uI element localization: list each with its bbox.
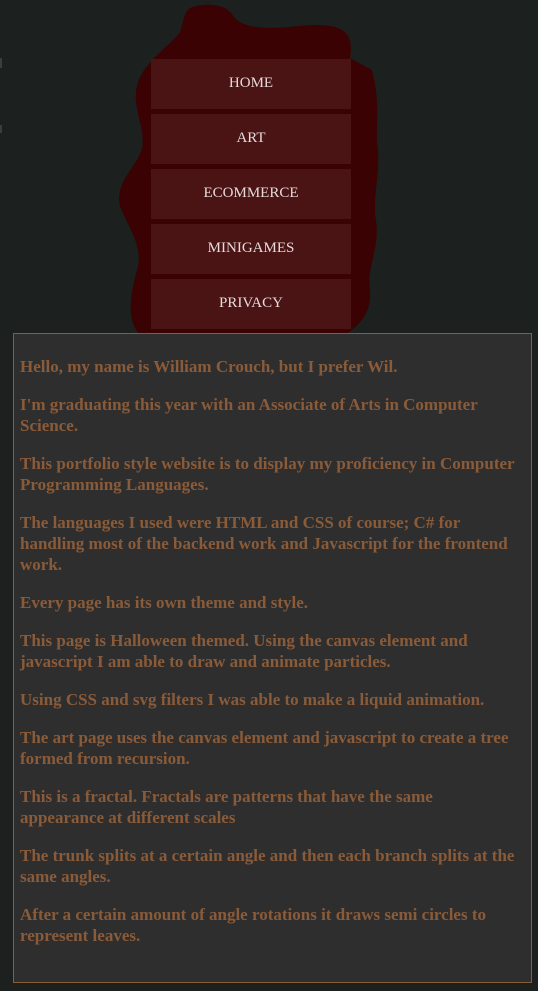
nav-home-button[interactable]: HOME: [151, 59, 351, 109]
trunk-paragraph: The trunk splits at a certain angle and …: [20, 846, 515, 886]
fractal-paragraph: This is a fractal. Fractals are patterns…: [20, 787, 433, 827]
nav-privacy-button[interactable]: PRIVACY: [151, 279, 351, 329]
art-page-paragraph: The art page uses the canvas element and…: [20, 728, 509, 768]
portfolio-purpose-paragraph: This portfolio style website is to displ…: [20, 454, 515, 494]
theme-paragraph: Every page has its own theme and style.: [20, 593, 309, 612]
edge-artifact: [0, 58, 2, 68]
graduation-paragraph: I'm graduating this year with an Associa…: [20, 395, 478, 435]
nav-minigames-button[interactable]: MINIGAMES: [151, 224, 351, 274]
nav-art-button[interactable]: ART: [151, 114, 351, 164]
edge-artifact: [0, 125, 2, 133]
leaves-paragraph: After a certain amount of angle rotation…: [20, 905, 486, 945]
main-nav: HOME ART ECOMMERCE MINIGAMES PRIVACY: [151, 59, 351, 334]
languages-paragraph: The languages I used were HTML and CSS o…: [20, 513, 508, 574]
page: HOME ART ECOMMERCE MINIGAMES PRIVACY Hel…: [0, 0, 538, 991]
nav-ecommerce-button[interactable]: ECOMMERCE: [151, 169, 351, 219]
about-content-panel: Hello, my name is William Crouch, but I …: [13, 333, 532, 983]
intro-paragraph: Hello, my name is William Crouch, but I …: [20, 357, 398, 376]
liquid-animation-paragraph: Using CSS and svg filters I was able to …: [20, 690, 485, 709]
halloween-paragraph: This page is Halloween themed. Using the…: [20, 631, 468, 671]
